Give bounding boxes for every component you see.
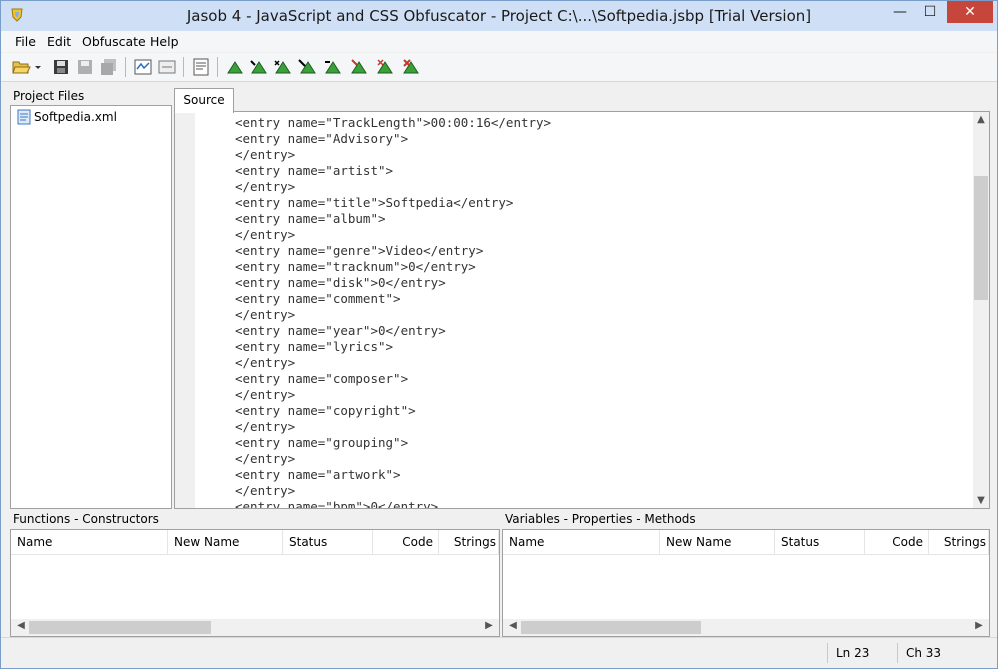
maximize-button[interactable]: ☐ — [915, 1, 945, 23]
code-line[interactable]: <entry name="tracknum">0</entry> — [235, 259, 551, 275]
functions-panel-label: Functions - Constructors — [13, 512, 159, 526]
column-header-name[interactable]: Name — [11, 530, 168, 554]
editor-gutter — [175, 112, 195, 508]
variables-table-header: Name New Name Status Code Strings — [503, 530, 989, 555]
scroll-right-icon[interactable]: ▶ — [481, 620, 497, 631]
scroll-left-icon[interactable]: ◀ — [505, 620, 521, 631]
tab-source[interactable]: Source — [174, 88, 234, 113]
scroll-down-icon[interactable]: ▼ — [973, 495, 989, 506]
code-line[interactable]: </entry> — [235, 387, 551, 403]
column-header-status[interactable]: Status — [283, 530, 373, 554]
menu-file[interactable]: File — [15, 34, 36, 49]
xml-file-icon — [17, 109, 31, 125]
save-all-icon[interactable] — [99, 57, 119, 77]
obfuscate-strings-icon[interactable] — [375, 57, 395, 77]
scrollbar-thumb[interactable] — [974, 176, 988, 300]
open-folder-icon[interactable] — [11, 57, 31, 77]
project-files-label: Project Files — [13, 89, 85, 103]
minimize-button[interactable]: — — [885, 1, 915, 23]
code-line[interactable]: <entry name="year">0</entry> — [235, 323, 551, 339]
code-line[interactable]: <entry name="bpm">0</entry> — [235, 499, 551, 508]
code-line[interactable]: <entry name="composer"> — [235, 371, 551, 387]
obfuscate-variables-icon[interactable] — [323, 57, 343, 77]
code-line[interactable]: <entry name="artist"> — [235, 163, 551, 179]
code-line[interactable]: <entry name="grouping"> — [235, 435, 551, 451]
code-line[interactable]: </entry> — [235, 483, 551, 499]
clear-obfuscation-icon[interactable] — [401, 57, 421, 77]
code-line[interactable]: </entry> — [235, 307, 551, 323]
column-header-new-name[interactable]: New Name — [660, 530, 775, 554]
scroll-left-icon[interactable]: ◀ — [13, 620, 29, 631]
status-line-number: Ln 23 — [827, 643, 896, 663]
horizontal-scrollbar[interactable]: ◀ ▶ — [11, 619, 499, 636]
horizontal-scrollbar[interactable]: ◀ ▶ — [503, 619, 989, 636]
functions-table: Name New Name Status Code Strings ◀ ▶ — [10, 529, 500, 637]
title-bar[interactable]: Jasob 4 - JavaScript and CSS Obfuscator … — [1, 1, 997, 31]
obfuscate-all-icon[interactable] — [249, 57, 269, 77]
menu-bar: File Edit Obfuscate Help — [1, 31, 997, 52]
file-item-label: Softpedia.xml — [34, 110, 117, 124]
chevron-down-icon[interactable] — [33, 57, 43, 77]
close-button[interactable]: ✕ — [947, 1, 993, 23]
scroll-up-icon[interactable]: ▲ — [973, 114, 989, 125]
toolbar-separator — [217, 57, 218, 77]
scroll-right-icon[interactable]: ▶ — [971, 620, 987, 631]
save-as-icon[interactable] — [75, 57, 95, 77]
code-line[interactable]: <entry name="lyrics"> — [235, 339, 551, 355]
scrollbar-thumb[interactable] — [29, 621, 211, 634]
properties-icon[interactable] — [191, 57, 211, 77]
code-line[interactable]: <entry name="Advisory"> — [235, 131, 551, 147]
diff-icon[interactable] — [157, 57, 177, 77]
code-line[interactable]: <entry name="artwork"> — [235, 467, 551, 483]
status-bar: Ln 23 Ch 33 — [1, 637, 997, 668]
code-line[interactable]: <entry name="disk">0</entry> — [235, 275, 551, 291]
menu-edit[interactable]: Edit — [47, 34, 71, 49]
app-window: Jasob 4 - JavaScript and CSS Obfuscator … — [0, 0, 998, 669]
obfuscate-selected-icon[interactable] — [273, 57, 293, 77]
vertical-scrollbar[interactable]: ▲ ▼ — [973, 112, 989, 508]
code-line[interactable]: </entry> — [235, 227, 551, 243]
obfuscate-members-icon[interactable] — [349, 57, 369, 77]
code-line[interactable]: <entry name="title">Softpedia</entry> — [235, 195, 551, 211]
toolbar-separator — [183, 57, 184, 77]
column-header-code[interactable]: Code — [373, 530, 439, 554]
obfuscate-icon[interactable] — [225, 57, 245, 77]
window-title: Jasob 4 - JavaScript and CSS Obfuscator … — [186, 7, 812, 25]
toolbar — [1, 53, 997, 82]
variables-panel-label: Variables - Properties - Methods — [505, 512, 696, 526]
code-line[interactable]: <entry name="TrackLength">00:00:16</entr… — [235, 115, 551, 131]
code-line[interactable]: </entry> — [235, 451, 551, 467]
project-files-tree: Softpedia.xml — [10, 105, 172, 509]
file-item-softpedia-xml[interactable]: Softpedia.xml — [17, 109, 117, 125]
code-line[interactable]: </entry> — [235, 147, 551, 163]
compare-icon[interactable] — [133, 57, 153, 77]
save-icon[interactable] — [51, 57, 71, 77]
status-char-number: Ch 33 — [897, 643, 986, 663]
obfuscate-functions-icon[interactable] — [298, 57, 318, 77]
column-header-name[interactable]: Name — [503, 530, 660, 554]
menu-help[interactable]: Help — [150, 34, 179, 49]
column-header-strings[interactable]: Strings — [439, 530, 499, 554]
column-header-strings[interactable]: Strings — [929, 530, 989, 554]
column-header-code[interactable]: Code — [865, 530, 929, 554]
code-line[interactable]: <entry name="comment"> — [235, 291, 551, 307]
code-text[interactable]: <entry name="TrackLength">00:00:16</entr… — [235, 115, 551, 508]
code-line[interactable]: </entry> — [235, 179, 551, 195]
code-line[interactable]: <entry name="copyright"> — [235, 403, 551, 419]
code-line[interactable]: </entry> — [235, 419, 551, 435]
menu-obfuscate[interactable]: Obfuscate — [82, 34, 146, 49]
code-line[interactable]: <entry name="genre">Video</entry> — [235, 243, 551, 259]
functions-table-header: Name New Name Status Code Strings — [11, 530, 499, 555]
variables-table: Name New Name Status Code Strings ◀ ▶ — [502, 529, 990, 637]
column-header-status[interactable]: Status — [775, 530, 865, 554]
scrollbar-thumb[interactable] — [521, 621, 701, 634]
source-editor[interactable]: <entry name="TrackLength">00:00:16</entr… — [174, 111, 990, 509]
column-header-new-name[interactable]: New Name — [168, 530, 283, 554]
code-line[interactable]: </entry> — [235, 355, 551, 371]
code-line[interactable]: <entry name="album"> — [235, 211, 551, 227]
toolbar-separator — [125, 57, 126, 77]
